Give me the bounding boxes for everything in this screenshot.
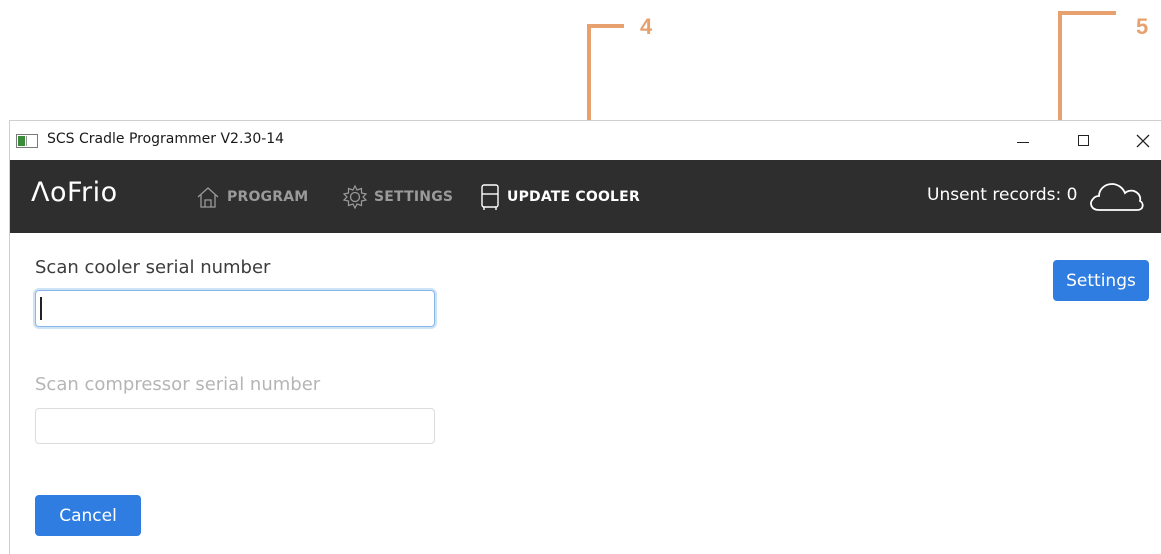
nav-settings[interactable]: SETTINGS xyxy=(342,160,453,233)
minimize-icon xyxy=(1017,142,1029,143)
maximize-button[interactable] xyxy=(1060,121,1106,160)
callout-5-number: 5 xyxy=(1136,14,1149,39)
home-icon xyxy=(197,186,219,208)
compressor-serial-input[interactable] xyxy=(35,408,435,444)
nav-update-cooler-label: UPDATE COOLER xyxy=(507,188,640,205)
settings-button[interactable]: Settings xyxy=(1053,260,1149,301)
callout-5-horizontal xyxy=(1058,11,1116,15)
callout-4-number: 4 xyxy=(640,14,653,39)
nav-settings-label: SETTINGS xyxy=(374,188,454,205)
maximize-icon xyxy=(1077,135,1089,146)
cancel-button[interactable]: Cancel xyxy=(35,495,141,536)
app-window: SCS Cradle Programmer V2.30-14 ΛoFrio PR… xyxy=(9,120,1161,554)
minimize-button[interactable] xyxy=(1000,121,1046,160)
cloud-icon[interactable] xyxy=(1087,176,1147,216)
callout-4-horizontal xyxy=(587,24,624,28)
title-bar: SCS Cradle Programmer V2.30-14 xyxy=(10,121,1161,160)
window-title: SCS Cradle Programmer V2.30-14 xyxy=(47,131,285,147)
cooler-serial-label: Scan cooler serial number xyxy=(35,257,271,278)
cooler-icon xyxy=(481,183,499,210)
app-icon xyxy=(16,134,38,148)
app-header: ΛoFrio PROGRAM SETTINGS UPDATE COOLER Un… xyxy=(10,160,1161,233)
nav-update-cooler[interactable]: UPDATE COOLER xyxy=(479,160,640,233)
aofrio-logo: ΛoFrio xyxy=(31,177,118,208)
unsent-records: Unsent records: 0 xyxy=(927,185,1078,205)
compressor-serial-label: Scan compressor serial number xyxy=(35,374,321,395)
nav-program[interactable]: PROGRAM xyxy=(195,160,308,233)
nav-program-label: PROGRAM xyxy=(227,188,309,205)
cooler-serial-input[interactable] xyxy=(35,290,435,327)
gear-icon xyxy=(342,184,368,209)
close-button[interactable] xyxy=(1120,121,1161,160)
close-icon xyxy=(1136,134,1150,147)
text-caret xyxy=(40,297,42,320)
